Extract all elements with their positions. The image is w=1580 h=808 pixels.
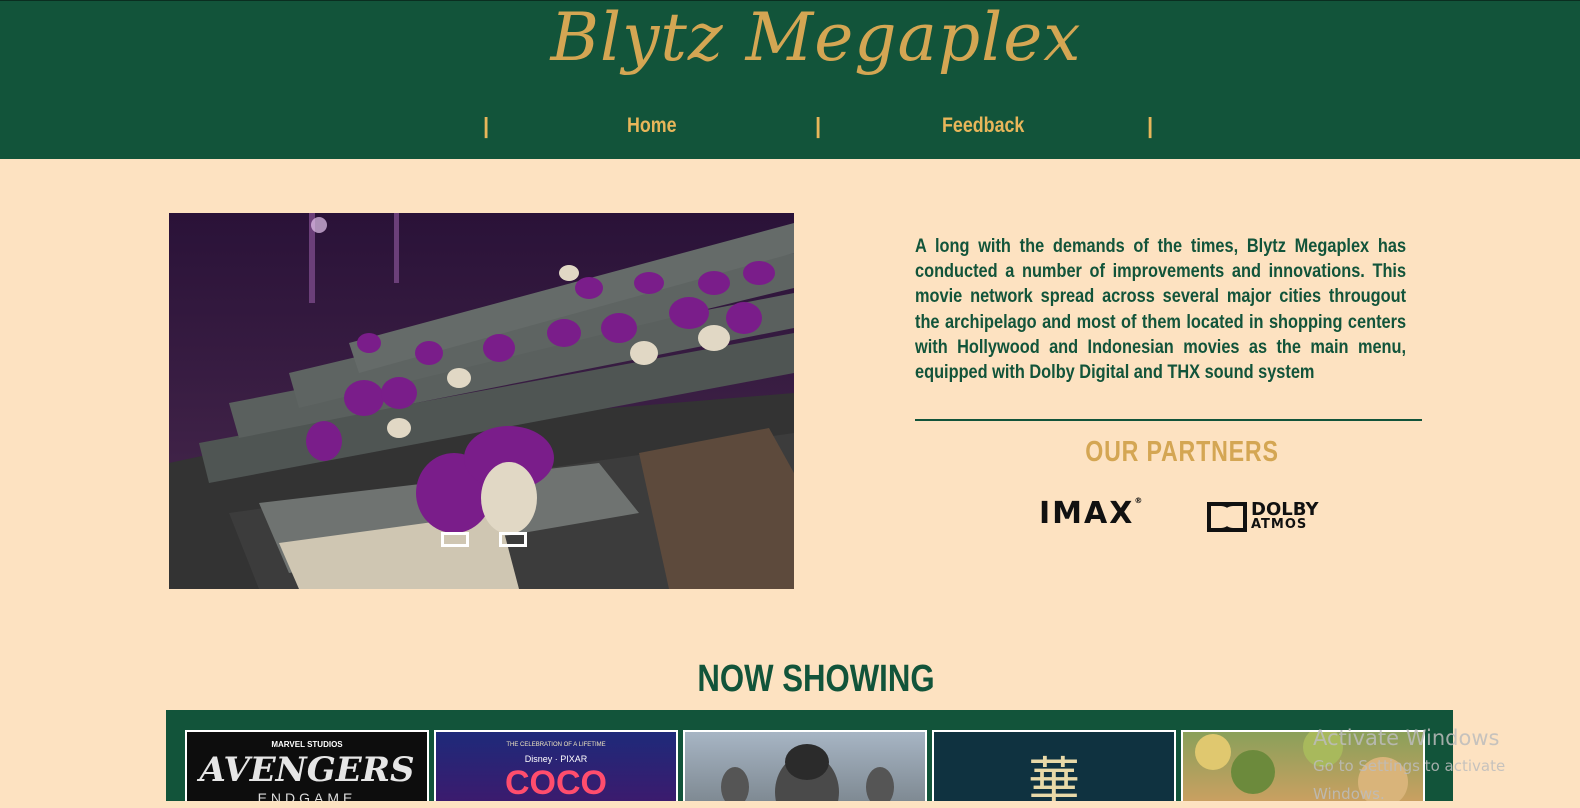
poster-title: AVENGERS [199, 750, 415, 790]
poster-art [721, 744, 894, 801]
poster-studio: Disney · PIXAR [524, 754, 588, 764]
dolby-icon [1207, 502, 1247, 532]
poster-title: 華 [1027, 753, 1080, 801]
site-logo[interactable]: Blytz Megaplex [0, 0, 1580, 76]
imax-logo: IMAX® [1039, 496, 1145, 531]
slider-dot-1[interactable] [441, 532, 469, 547]
partners-heading: OUR PARTNERS [1085, 436, 1279, 468]
now-showing-heading: NOW SHOWING [697, 658, 935, 700]
dolby-label: DOLBY [1251, 499, 1319, 520]
site-header: Blytz Megaplex | Home | Feedback | [0, 0, 1580, 159]
nav-separator: | [815, 113, 822, 138]
nav-feedback-link[interactable]: Feedback [942, 114, 1024, 138]
theater-seats-image [169, 213, 794, 589]
activate-windows-watermark: Activate Windows Go to Settings to activ… [1313, 724, 1580, 808]
poster-brand: MARVEL STUDIOS [271, 740, 343, 749]
section-divider [915, 419, 1422, 421]
theater-image-slider[interactable] [169, 213, 794, 589]
movie-poster-4[interactable]: 華 [932, 730, 1176, 801]
poster-brand: THE CELEBRATION OF A LIFETIME [506, 742, 606, 748]
dolby-atmos-logo: DOLBY ATMOS [1207, 501, 1318, 533]
watermark-line-2: Go to Settings to activate Windows. [1313, 757, 1506, 803]
poster-title: COCO [505, 764, 607, 801]
nav-separator: | [1147, 113, 1154, 138]
poster-subtitle: ENDGAME [257, 790, 357, 801]
movie-poster-3[interactable] [683, 730, 927, 801]
movie-poster-avengers[interactable]: MARVEL STUDIOS AVENGERS ENDGAME [185, 730, 429, 801]
movie-poster-coco[interactable]: THE CELEBRATION OF A LIFETIME Disney · P… [434, 730, 678, 801]
nav-separator: | [483, 113, 490, 138]
about-text: A long with the demands of the times, Bl… [915, 236, 1407, 384]
slider-dot-2[interactable] [499, 532, 527, 547]
nav-home-link[interactable]: Home [627, 114, 677, 138]
now-showing-carousel: MARVEL STUDIOS AVENGERS ENDGAME THE CELE… [166, 710, 1453, 801]
imax-label: IMAX [1039, 496, 1135, 531]
watermark-line-1: Activate Windows [1313, 726, 1500, 750]
